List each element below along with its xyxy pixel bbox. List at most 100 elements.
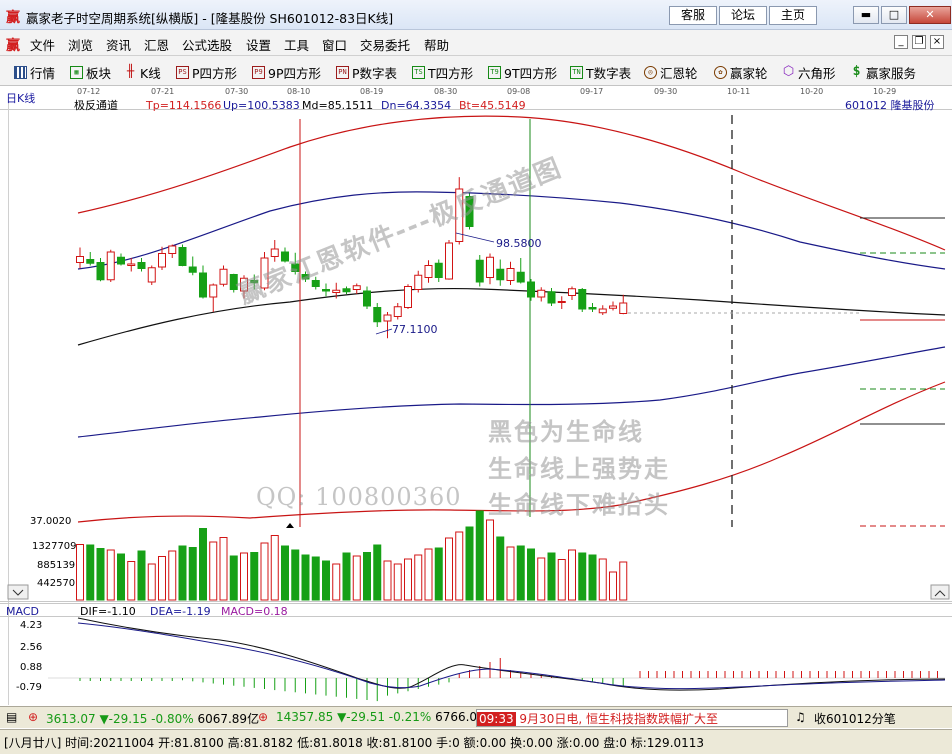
maximize-button[interactable]: □ (881, 6, 907, 24)
candle-body (178, 247, 187, 266)
up-value: Up=100.5383 (223, 99, 300, 112)
candle-body (199, 272, 207, 298)
tool-kline-label: K线 (140, 65, 161, 81)
menu-help[interactable]: 帮助 (424, 35, 449, 54)
volume-bar (260, 542, 269, 601)
candle-body (332, 289, 341, 293)
tool-quotes-label: 行情 (30, 65, 56, 81)
tool-quotes[interactable]: 行情 (14, 63, 55, 81)
volume-bar (322, 560, 330, 601)
forum-link[interactable]: 论坛 (719, 6, 767, 25)
candle-body (352, 285, 361, 290)
volume-bar (291, 549, 300, 601)
date-tick: 10-20 (800, 87, 823, 96)
index-ticker-bar: ▤ ⊕ 3613.07 ▼-29.15 -0.80% 6067.89亿 ⊕ 14… (0, 706, 952, 728)
volume-bar (609, 571, 617, 601)
candle-body (270, 248, 279, 257)
scroll-up-button[interactable] (930, 584, 950, 600)
volume-bar (516, 545, 525, 601)
winner-wheel-icon: ✿ (714, 65, 727, 79)
menu-formula-picker[interactable]: 公式选股 (182, 35, 232, 54)
tool-p-square[interactable]: PS P四方形 (176, 63, 237, 81)
tool-kline[interactable]: ╫ K线 (124, 63, 161, 81)
macd-dif-line (77, 617, 946, 691)
candle-body (117, 256, 125, 265)
volume-bar (557, 559, 566, 601)
candle-body (516, 271, 525, 283)
mdi-restore-button[interactable]: ❐ (912, 35, 926, 49)
volume-bar (363, 552, 371, 601)
candle-body (445, 242, 453, 280)
pn-icon: PN (336, 65, 349, 79)
candle-body (219, 268, 228, 285)
candle-body (106, 251, 115, 281)
tool-service[interactable]: $ 赢家服务 (850, 63, 916, 81)
volume-bar (311, 556, 320, 601)
close-button[interactable]: ✕ (909, 6, 951, 24)
menu-grid-icon[interactable]: ▤ (6, 710, 17, 724)
candle-body (578, 289, 587, 310)
volume-bar (240, 552, 248, 601)
candle-body (609, 305, 617, 309)
low-price-label: 77.1100 (392, 323, 438, 336)
volume-bar (424, 548, 433, 601)
ps-icon: PS (176, 65, 189, 79)
tool-9t-square[interactable]: T9 9T四方形 (488, 63, 557, 81)
menu-news[interactable]: 资讯 (106, 35, 131, 54)
candle-body (127, 263, 136, 266)
date-tick: 10-11 (727, 87, 750, 96)
tool-sectors-label: 板块 (86, 65, 112, 81)
volume-bar (137, 550, 146, 601)
menu-browse[interactable]: 浏览 (68, 35, 93, 54)
sz-index-icon: ⊕ (258, 710, 269, 724)
macd-dif: DIF=-1.10 (80, 605, 136, 618)
volume-bar (527, 548, 535, 601)
menu-tools[interactable]: 工具 (284, 35, 309, 54)
candle-body (557, 301, 566, 303)
volume-bar (547, 552, 556, 601)
tool-winner-wheel[interactable]: ✿ 赢家轮 (714, 63, 768, 81)
qq-watermark: QQ: 100800360 (256, 483, 462, 511)
tool-t-table-label: T数字表 (586, 65, 632, 81)
sz-index-quote: 14357.85 ▼-29.51 -0.21% 6766.05 (276, 710, 485, 724)
date-tick: 10-29 (873, 87, 896, 96)
received-message: 收601012分笔 (814, 712, 896, 726)
tool-sectors[interactable]: ▦ 板块 (70, 63, 111, 81)
macd-axis-label: 2.56 (20, 642, 42, 653)
homepage-link[interactable]: 主页 (769, 6, 817, 25)
life-line-note-1: 黑色为生命线 (488, 418, 644, 446)
minimize-button[interactable]: ▬ (853, 6, 879, 24)
t9-icon: T9 (488, 65, 501, 79)
menu-settings[interactable]: 设置 (246, 35, 271, 54)
notification-icon[interactable]: ♫ (795, 710, 806, 724)
candle-body (96, 262, 105, 281)
tool-t-table[interactable]: TN T数字表 (570, 63, 631, 81)
candle-body (475, 259, 484, 283)
volume-bar (383, 560, 392, 601)
menu-huien[interactable]: 汇恩 (144, 35, 169, 54)
tool-huien-wheel[interactable]: ◎ 汇恩轮 (644, 63, 698, 81)
volume-bar (199, 528, 207, 601)
menu-window[interactable]: 窗口 (322, 35, 347, 54)
tool-p-table[interactable]: PN P数字表 (336, 63, 397, 81)
scroll-down-button[interactable] (7, 584, 29, 600)
customer-service-link[interactable]: 客服 (669, 6, 717, 25)
macd-dea: DEA=-1.19 (150, 605, 211, 618)
tool-9p-square[interactable]: P9 9P四方形 (252, 63, 321, 81)
mdi-minimize-button[interactable]: _ (894, 35, 908, 49)
mdi-close-button[interactable]: × (930, 35, 944, 49)
date-tick: 08-10 (287, 87, 310, 96)
candle-body (568, 288, 576, 296)
menu-trade[interactable]: 交易委托 (360, 35, 410, 54)
tool-hexagon[interactable]: ⬡ 六角形 (782, 63, 836, 81)
macd-title: MACD (6, 605, 39, 618)
menu-file[interactable]: 文件 (30, 35, 55, 54)
volume-bar (455, 531, 464, 601)
tool-p-table-label: P数字表 (352, 65, 398, 81)
tool-t-square[interactable]: TS T四方形 (412, 63, 473, 81)
news-ticker[interactable]: 09:33 9月30日电, 恒生科技指数跌幅扩大至 (476, 709, 788, 727)
macd-axis-label: 0.88 (20, 662, 42, 673)
chart-area[interactable]: 07-12 07-21 07-30 08-10 08-19 08-30 09-0… (0, 87, 952, 705)
candle-body (209, 284, 218, 298)
tool-p-square-label: P四方形 (192, 65, 238, 81)
